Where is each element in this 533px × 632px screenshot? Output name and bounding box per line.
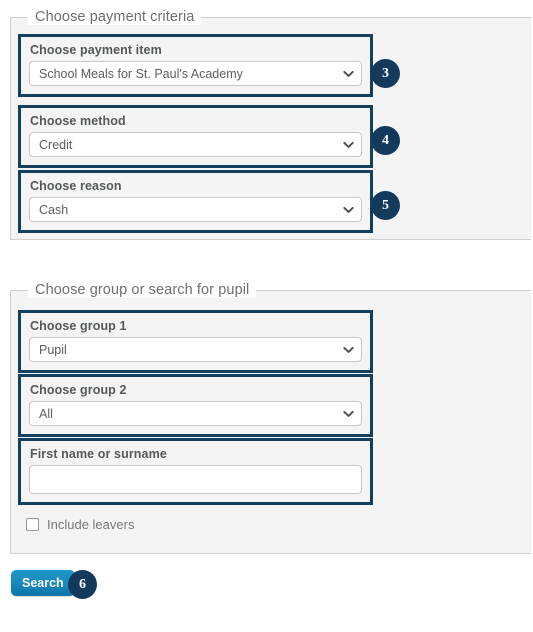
select-group-1[interactable]: Pupil <box>29 337 362 362</box>
include-leavers-row[interactable]: Include leavers <box>26 517 134 532</box>
field-group-choose-payment-item: Choose payment item School Meals for St.… <box>18 34 373 97</box>
include-leavers-label: Include leavers <box>47 517 135 532</box>
step-badge-3: 3 <box>371 59 400 88</box>
panel-choose-payment-criteria: Choose payment criteria Choose payment i… <box>10 9 531 240</box>
field-group-choose-method: Choose method Credit <box>18 105 373 168</box>
field-group-choose-group-2: Choose group 2 All <box>18 374 373 437</box>
select-reason[interactable]: Cash <box>29 197 362 222</box>
select-wrap-group-1: Pupil <box>29 337 362 362</box>
step-badge-6: 6 <box>68 570 97 599</box>
label-choose-group-1: Choose group 1 <box>30 319 127 333</box>
field-group-name-search: First name or surname <box>18 438 373 505</box>
select-wrap-group-2: All <box>29 401 362 426</box>
field-group-choose-group-1: Choose group 1 Pupil <box>18 310 373 373</box>
panel-choose-group-or-search: Choose group or search for pupil Choose … <box>10 282 531 554</box>
label-choose-reason: Choose reason <box>30 179 122 193</box>
step-badge-4: 4 <box>371 126 400 155</box>
select-group-2[interactable]: All <box>29 401 362 426</box>
select-wrap-method: Credit <box>29 132 362 157</box>
label-choose-group-2: Choose group 2 <box>30 383 127 397</box>
select-method[interactable]: Credit <box>29 132 362 157</box>
panel-group-legend: Choose group or search for pupil <box>28 282 257 298</box>
panel-criteria-legend: Choose payment criteria <box>28 9 202 25</box>
step-badge-5: 5 <box>371 191 400 220</box>
payment-search-form: Choose payment criteria Choose payment i… <box>0 0 533 632</box>
include-leavers-checkbox[interactable] <box>26 518 39 531</box>
select-wrap-payment-item: School Meals for St. Paul's Academy <box>29 61 362 86</box>
name-search-input[interactable] <box>29 465 362 494</box>
label-choose-payment-item: Choose payment item <box>30 43 162 57</box>
field-group-choose-reason: Choose reason Cash <box>18 170 373 233</box>
label-choose-method: Choose method <box>30 114 126 128</box>
select-wrap-reason: Cash <box>29 197 362 222</box>
label-first-name-or-surname: First name or surname <box>30 447 167 461</box>
search-button[interactable]: Search <box>11 570 75 596</box>
select-payment-item[interactable]: School Meals for St. Paul's Academy <box>29 61 362 86</box>
